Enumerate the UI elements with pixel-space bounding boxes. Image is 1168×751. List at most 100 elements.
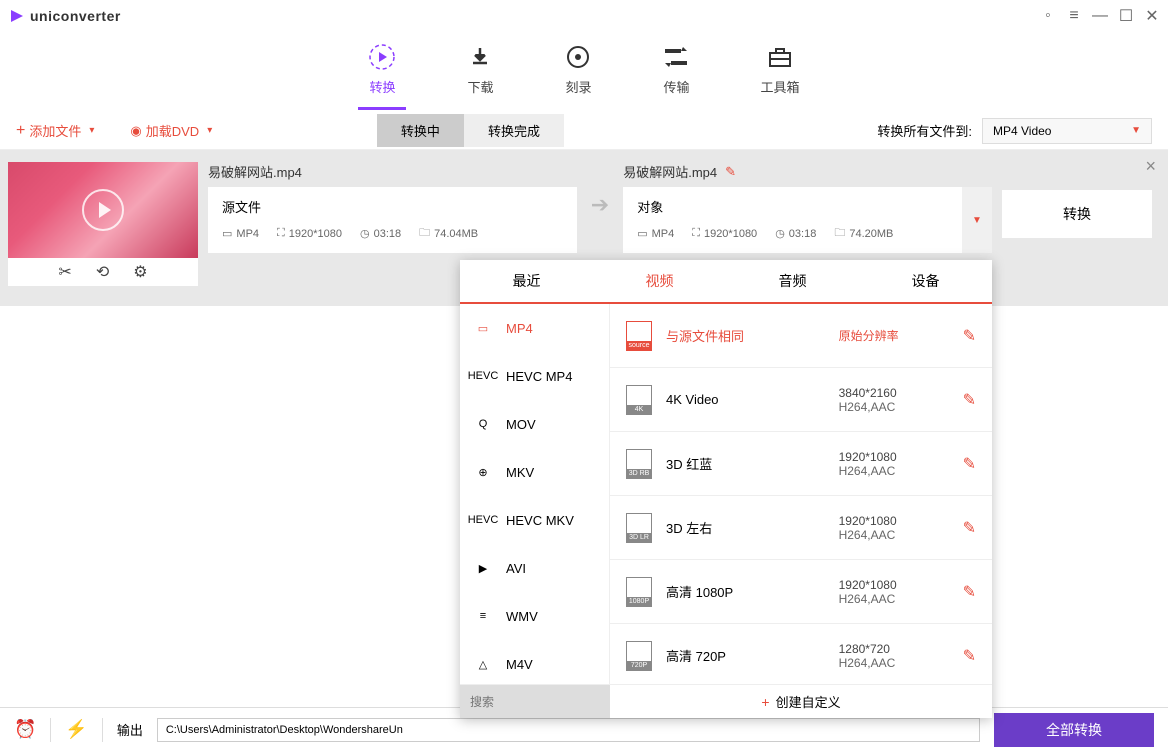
- load-dvd-button[interactable]: ◉ 加载DVD ▾: [130, 121, 212, 140]
- chevron-down-icon: ▾: [89, 125, 94, 136]
- download-icon: [466, 43, 494, 71]
- format-icon: HEVC: [472, 368, 494, 384]
- crop-icon[interactable]: ⟲: [96, 262, 109, 282]
- dst-size: 🗀 74.20MB: [834, 224, 893, 243]
- plus-icon: +: [16, 122, 25, 140]
- format-item[interactable]: ▭MP4: [460, 304, 609, 352]
- maximize-icon[interactable]: ☐: [1118, 8, 1134, 24]
- edit-preset-icon[interactable]: ✎: [963, 582, 976, 602]
- remove-file-button[interactable]: ×: [1145, 156, 1156, 177]
- preset-icon: source: [626, 321, 652, 351]
- edit-preset-icon[interactable]: ✎: [963, 454, 976, 474]
- tab-done[interactable]: 转换完成: [464, 114, 564, 147]
- format-item[interactable]: △M4V: [460, 640, 609, 684]
- convert-all-to: 转换所有文件到: MP4 Video ▼: [877, 118, 1152, 144]
- format-dropdown: 最近 视频 音频 设备 ▭MP4HEVCHEVC MP4QMOV⊕MKVHEVC…: [460, 260, 992, 718]
- preset-item[interactable]: 4K4K Video3840*2160H264,AAC✎: [610, 368, 992, 432]
- edit-preset-icon[interactable]: ✎: [963, 518, 976, 538]
- nav-convert[interactable]: 转换: [368, 43, 396, 102]
- add-file-button[interactable]: + 添加文件 ▾: [16, 121, 94, 140]
- preset-icon: 4K: [626, 385, 652, 415]
- format-item[interactable]: ▶AVI: [460, 544, 609, 592]
- menu-icon[interactable]: ≡: [1066, 8, 1082, 24]
- preset-list: source与源文件相同原始分辨率✎4K4K Video3840*2160H26…: [610, 304, 992, 684]
- target-format-dropdown[interactable]: ▼: [962, 187, 992, 253]
- schedule-icon[interactable]: ⏰: [14, 719, 36, 740]
- preset-item[interactable]: 3D LR3D 左右1920*1080H264,AAC✎: [610, 496, 992, 560]
- video-thumbnail[interactable]: [8, 162, 198, 258]
- gpu-icon[interactable]: ⚡: [65, 719, 87, 740]
- edit-preset-icon[interactable]: ✎: [963, 326, 976, 346]
- edit-preset-icon[interactable]: ✎: [963, 390, 976, 410]
- burn-icon: [564, 43, 592, 71]
- src-duration: ◷ 03:18: [360, 224, 401, 243]
- app-name: uniconverter: [30, 8, 121, 24]
- effects-icon[interactable]: ⚙: [133, 262, 147, 282]
- source-card: 源文件 ▭ MP4 ⛶ 1920*1080 ◷ 03:18 🗀 74.04MB: [208, 187, 577, 253]
- thumb-tools: ✂ ⟲ ⚙: [8, 258, 198, 286]
- play-icon: [82, 189, 124, 231]
- format-list: ▭MP4HEVCHEVC MP4QMOV⊕MKVHEVCHEVC MKV▶AVI…: [460, 304, 610, 684]
- logo-icon: [8, 7, 26, 25]
- dd-tab-recent[interactable]: 最近: [460, 260, 593, 302]
- format-item[interactable]: ≡WMV: [460, 592, 609, 640]
- preset-icon: 3D RB: [626, 449, 652, 479]
- convert-button[interactable]: 转换: [1002, 190, 1152, 238]
- chevron-down-icon: ▾: [207, 125, 212, 136]
- titlebar: uniconverter ◦ ≡ — ☐ ✕: [0, 0, 1168, 32]
- convert-icon: [368, 43, 396, 71]
- create-custom-button[interactable]: + 创建自定义: [610, 685, 992, 718]
- src-size: 🗀 74.04MB: [419, 224, 478, 243]
- toolbar: + 添加文件 ▾ ◉ 加载DVD ▾ 转换中 转换完成 转换所有文件到: MP4…: [0, 112, 1168, 150]
- dd-tab-device[interactable]: 设备: [859, 260, 992, 302]
- output-path-input[interactable]: [157, 718, 980, 742]
- target-card: 对象 ▭ MP4 ⛶ 1920*1080 ◷ 03:18 🗀 74.20MB ▼: [623, 187, 992, 253]
- nav-download[interactable]: 下载: [466, 43, 494, 102]
- nav-transfer[interactable]: 传输: [662, 43, 690, 102]
- preset-item[interactable]: 1080P高清 1080P1920*1080H264,AAC✎: [610, 560, 992, 624]
- format-icon: ≡: [472, 608, 494, 624]
- edit-preset-icon[interactable]: ✎: [963, 646, 976, 666]
- convert-all-button[interactable]: 全部转换: [994, 713, 1154, 747]
- output-label: 输出: [117, 720, 143, 739]
- preset-item[interactable]: 720P高清 720P1280*720H264,AAC✎: [610, 624, 992, 684]
- app-logo: uniconverter: [8, 7, 121, 25]
- transfer-icon: [662, 43, 690, 71]
- output-format-select[interactable]: MP4 Video ▼: [982, 118, 1152, 144]
- dd-tab-audio[interactable]: 音频: [726, 260, 859, 302]
- nav-burn[interactable]: 刻录: [564, 43, 592, 102]
- status-tabs: 转换中 转换完成: [377, 114, 564, 147]
- format-icon: ▭: [472, 320, 494, 336]
- dst-duration: ◷ 03:18: [775, 224, 816, 243]
- src-format: ▭ MP4: [222, 224, 259, 243]
- minimize-icon[interactable]: —: [1092, 8, 1108, 24]
- preset-item[interactable]: 3D RB3D 红蓝1920*1080H264,AAC✎: [610, 432, 992, 496]
- preset-icon: 3D LR: [626, 513, 652, 543]
- src-resolution: ⛶ 1920*1080: [277, 224, 342, 243]
- edit-name-icon[interactable]: ✎: [725, 164, 736, 180]
- close-icon[interactable]: ✕: [1144, 8, 1160, 24]
- dvd-icon: ◉: [130, 123, 141, 139]
- format-item[interactable]: HEVCHEVC MKV: [460, 496, 609, 544]
- dd-tab-video[interactable]: 视频: [593, 260, 726, 302]
- format-icon: ⊕: [472, 464, 494, 480]
- format-item[interactable]: ⊕MKV: [460, 448, 609, 496]
- format-icon: Q: [472, 416, 494, 432]
- format-icon: ▶: [472, 560, 494, 576]
- dst-resolution: ⛶ 1920*1080: [692, 224, 757, 243]
- trim-icon[interactable]: ✂: [58, 262, 71, 282]
- preset-item[interactable]: source与源文件相同原始分辨率✎: [610, 304, 992, 368]
- account-icon[interactable]: ◦: [1040, 8, 1056, 24]
- caret-down-icon: ▼: [1131, 125, 1141, 136]
- tab-converting[interactable]: 转换中: [377, 114, 464, 147]
- target-filename: 易破解网站.mp4 ✎: [623, 162, 992, 181]
- format-icon: HEVC: [472, 512, 494, 528]
- format-search-input[interactable]: [460, 685, 610, 718]
- arrow-right-icon: ➔: [591, 192, 609, 218]
- format-item[interactable]: HEVCHEVC MP4: [460, 352, 609, 400]
- format-item[interactable]: QMOV: [460, 400, 609, 448]
- source-filename: 易破解网站.mp4: [208, 162, 577, 181]
- preset-icon: 720P: [626, 641, 652, 671]
- dst-format: ▭ MP4: [637, 224, 674, 243]
- nav-toolbox[interactable]: 工具箱: [760, 43, 799, 102]
